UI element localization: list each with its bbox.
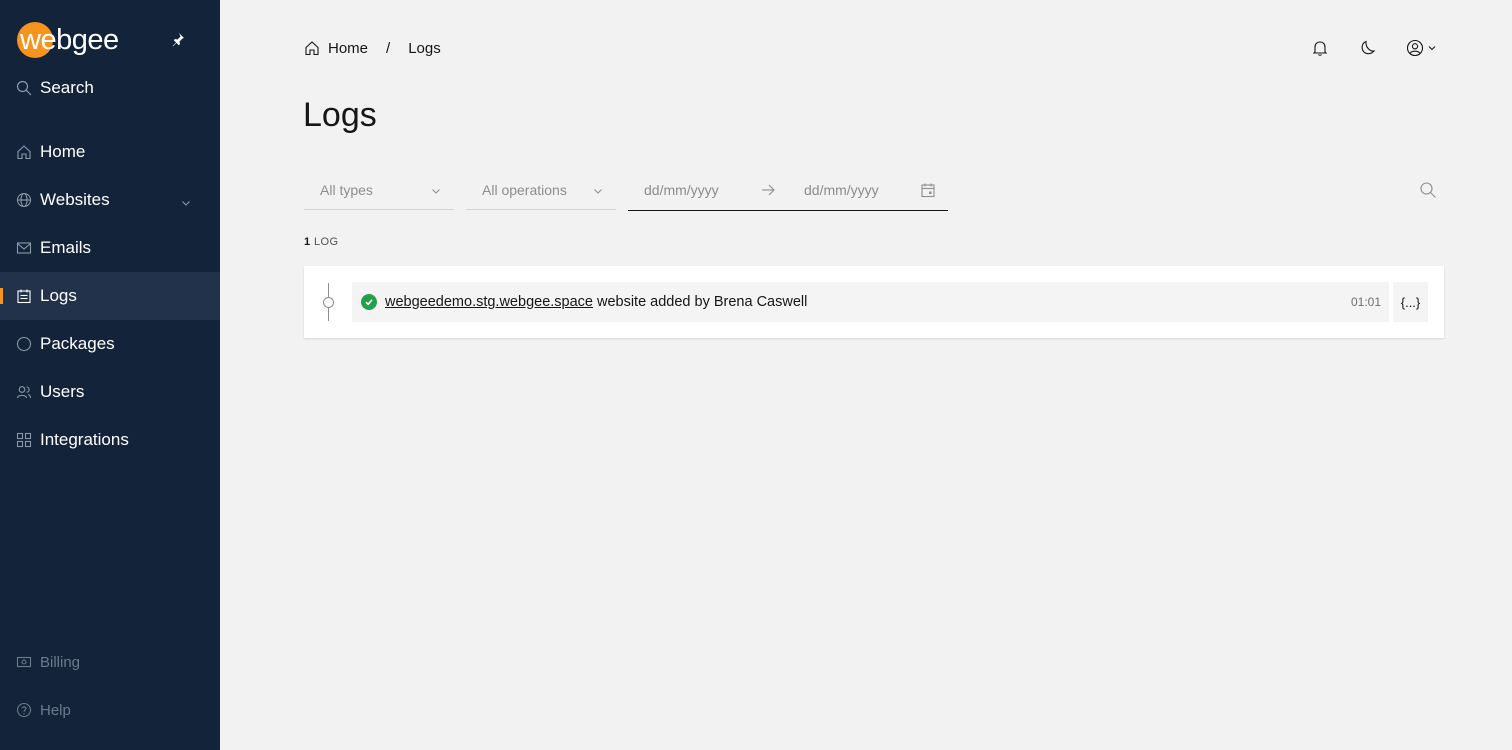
pin-icon[interactable] xyxy=(170,31,186,47)
log-count-label: LOG xyxy=(314,236,339,248)
chevron-down-icon xyxy=(592,184,604,196)
sidebar-item-label: Emails xyxy=(40,238,92,257)
logo-text: webgee xyxy=(20,24,119,56)
sidebar-item-label: Billing xyxy=(40,653,81,671)
sidebar-item-help[interactable]: Help xyxy=(0,690,220,730)
log-details-button[interactable]: {...} xyxy=(1393,282,1428,322)
calendar-icon[interactable] xyxy=(920,182,936,198)
operation-filter-label: All operations xyxy=(482,181,567,198)
sidebar-item-logs[interactable]: Logs xyxy=(0,272,220,320)
sidebar-search-label: Search xyxy=(40,78,94,97)
sidebar-item-label: Users xyxy=(40,382,85,401)
log-count-number: 1 xyxy=(304,236,311,248)
sidebar-item-label: Help xyxy=(40,701,71,719)
sidebar-item-packages[interactable]: Packages xyxy=(0,320,220,368)
packages-icon xyxy=(16,336,32,352)
log-message: website added by Brena Caswell xyxy=(596,294,808,310)
log-list: webgeedemo.stg.webgee.space website adde… xyxy=(304,266,1444,338)
timeline-dot xyxy=(323,297,334,308)
chevron-down-icon xyxy=(1427,43,1437,53)
globe-icon xyxy=(16,192,32,208)
sidebar: webgee Search Home Websites Emails Logs … xyxy=(0,0,220,750)
search-icon[interactable] xyxy=(1419,181,1437,199)
sidebar-item-label: Websites xyxy=(40,190,110,209)
sidebar-item-label: Logs xyxy=(40,286,77,305)
breadcrumb-separator: / xyxy=(386,39,391,57)
date-range-picker[interactable]: dd/mm/yyyy dd/mm/yyyy xyxy=(628,170,948,211)
sidebar-item-integrations[interactable]: Integrations xyxy=(0,416,220,464)
operation-filter-dropdown[interactable]: All operations xyxy=(466,170,616,210)
log-website-link[interactable]: webgeedemo.stg.webgee.space xyxy=(385,294,593,310)
home-icon[interactable] xyxy=(304,40,320,56)
sidebar-item-label: Integrations xyxy=(40,430,129,449)
search-icon xyxy=(16,80,32,96)
billing-icon xyxy=(16,654,32,670)
chevron-down-icon[interactable] xyxy=(180,194,192,206)
sidebar-search[interactable]: Search xyxy=(0,64,220,112)
help-icon xyxy=(16,702,32,718)
sidebar-item-home[interactable]: Home xyxy=(0,128,220,176)
dark-mode-moon-icon[interactable] xyxy=(1358,38,1378,58)
user-avatar-icon xyxy=(1406,39,1424,57)
sidebar-item-users[interactable]: Users xyxy=(0,368,220,416)
sidebar-item-billing[interactable]: Billing xyxy=(0,642,220,682)
sidebar-item-emails[interactable]: Emails xyxy=(0,224,220,272)
home-icon xyxy=(16,144,32,160)
users-icon xyxy=(16,384,32,400)
mail-icon xyxy=(16,240,32,256)
user-menu-button[interactable] xyxy=(1406,38,1442,58)
chevron-down-icon xyxy=(430,184,442,196)
sidebar-item-label: Home xyxy=(40,142,86,161)
type-filter-label: All types xyxy=(320,181,373,198)
date-from-input[interactable]: dd/mm/yyyy xyxy=(644,182,719,198)
sidebar-item-websites[interactable]: Websites xyxy=(0,176,220,224)
integrations-icon xyxy=(16,432,32,448)
type-filter-dropdown[interactable]: All types xyxy=(304,170,454,210)
page-title: Logs xyxy=(303,96,377,134)
log-count: 1 LOG xyxy=(304,236,338,248)
arrow-right-icon xyxy=(760,182,776,198)
breadcrumb: Home / Logs xyxy=(304,38,441,58)
logs-icon xyxy=(16,288,32,304)
date-to-input[interactable]: dd/mm/yyyy xyxy=(804,182,879,198)
sidebar-item-label: Packages xyxy=(40,334,115,353)
log-time: 01:01 xyxy=(1350,295,1381,309)
breadcrumb-current: Logs xyxy=(408,39,441,57)
breadcrumb-home[interactable]: Home xyxy=(328,40,368,57)
log-entry: webgeedemo.stg.webgee.space website adde… xyxy=(352,282,1389,322)
notification-bell-icon[interactable] xyxy=(1310,38,1330,58)
logo[interactable]: webgee xyxy=(16,21,119,59)
success-check-icon xyxy=(361,294,377,310)
